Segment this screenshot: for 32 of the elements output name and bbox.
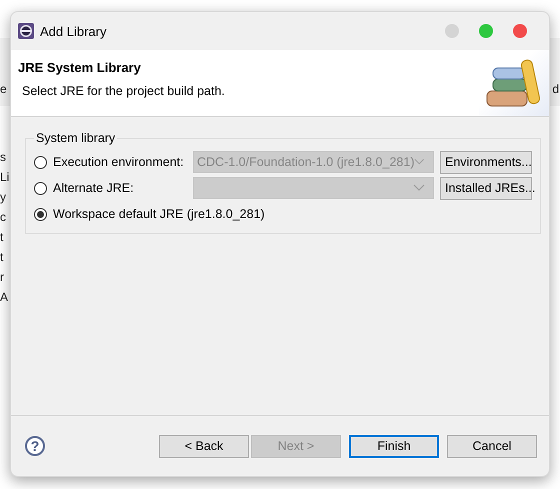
- app-icon: [18, 23, 34, 39]
- help-button[interactable]: ?: [25, 436, 45, 456]
- radio-button[interactable]: [34, 208, 47, 220]
- option-label[interactable]: Workspace default JRE (jre1.8.0_281): [53, 207, 265, 221]
- chevron-icon: [414, 158, 425, 166]
- background-text: Li: [0, 169, 10, 186]
- option-label[interactable]: Execution environment:: [53, 155, 187, 169]
- wizard-button[interactable]: Cancel: [447, 434, 537, 458]
- window-control[interactable]: [513, 24, 527, 38]
- background-text: A: [0, 289, 8, 306]
- page-title: JRE System Library: [18, 60, 142, 75]
- page-description: Select JRE for the project build path.: [22, 84, 226, 98]
- window-title: Add Library: [40, 24, 106, 38]
- background-text: e: [0, 81, 7, 98]
- radio-button[interactable]: [34, 156, 47, 168]
- background-text: d: [552, 81, 559, 98]
- side-button[interactable]: Environments...: [440, 150, 532, 174]
- books-icon: [485, 57, 543, 109]
- background-text: t: [0, 229, 4, 246]
- chevron-icon: [413, 184, 425, 192]
- radio-button[interactable]: [34, 182, 47, 194]
- option-label[interactable]: Alternate JRE:: [53, 181, 187, 195]
- background-text: c: [0, 209, 6, 226]
- group-label: System library: [35, 131, 116, 145]
- side-button[interactable]: Installed JREs...: [440, 176, 532, 200]
- wizard-button[interactable]: < Back: [159, 434, 249, 458]
- window-control[interactable]: [479, 24, 493, 38]
- wizard-button[interactable]: Finish: [349, 434, 439, 458]
- background-text: s: [0, 149, 6, 166]
- background-text: t: [0, 249, 4, 266]
- background-text: r: [0, 269, 4, 286]
- background-text: y: [0, 189, 6, 206]
